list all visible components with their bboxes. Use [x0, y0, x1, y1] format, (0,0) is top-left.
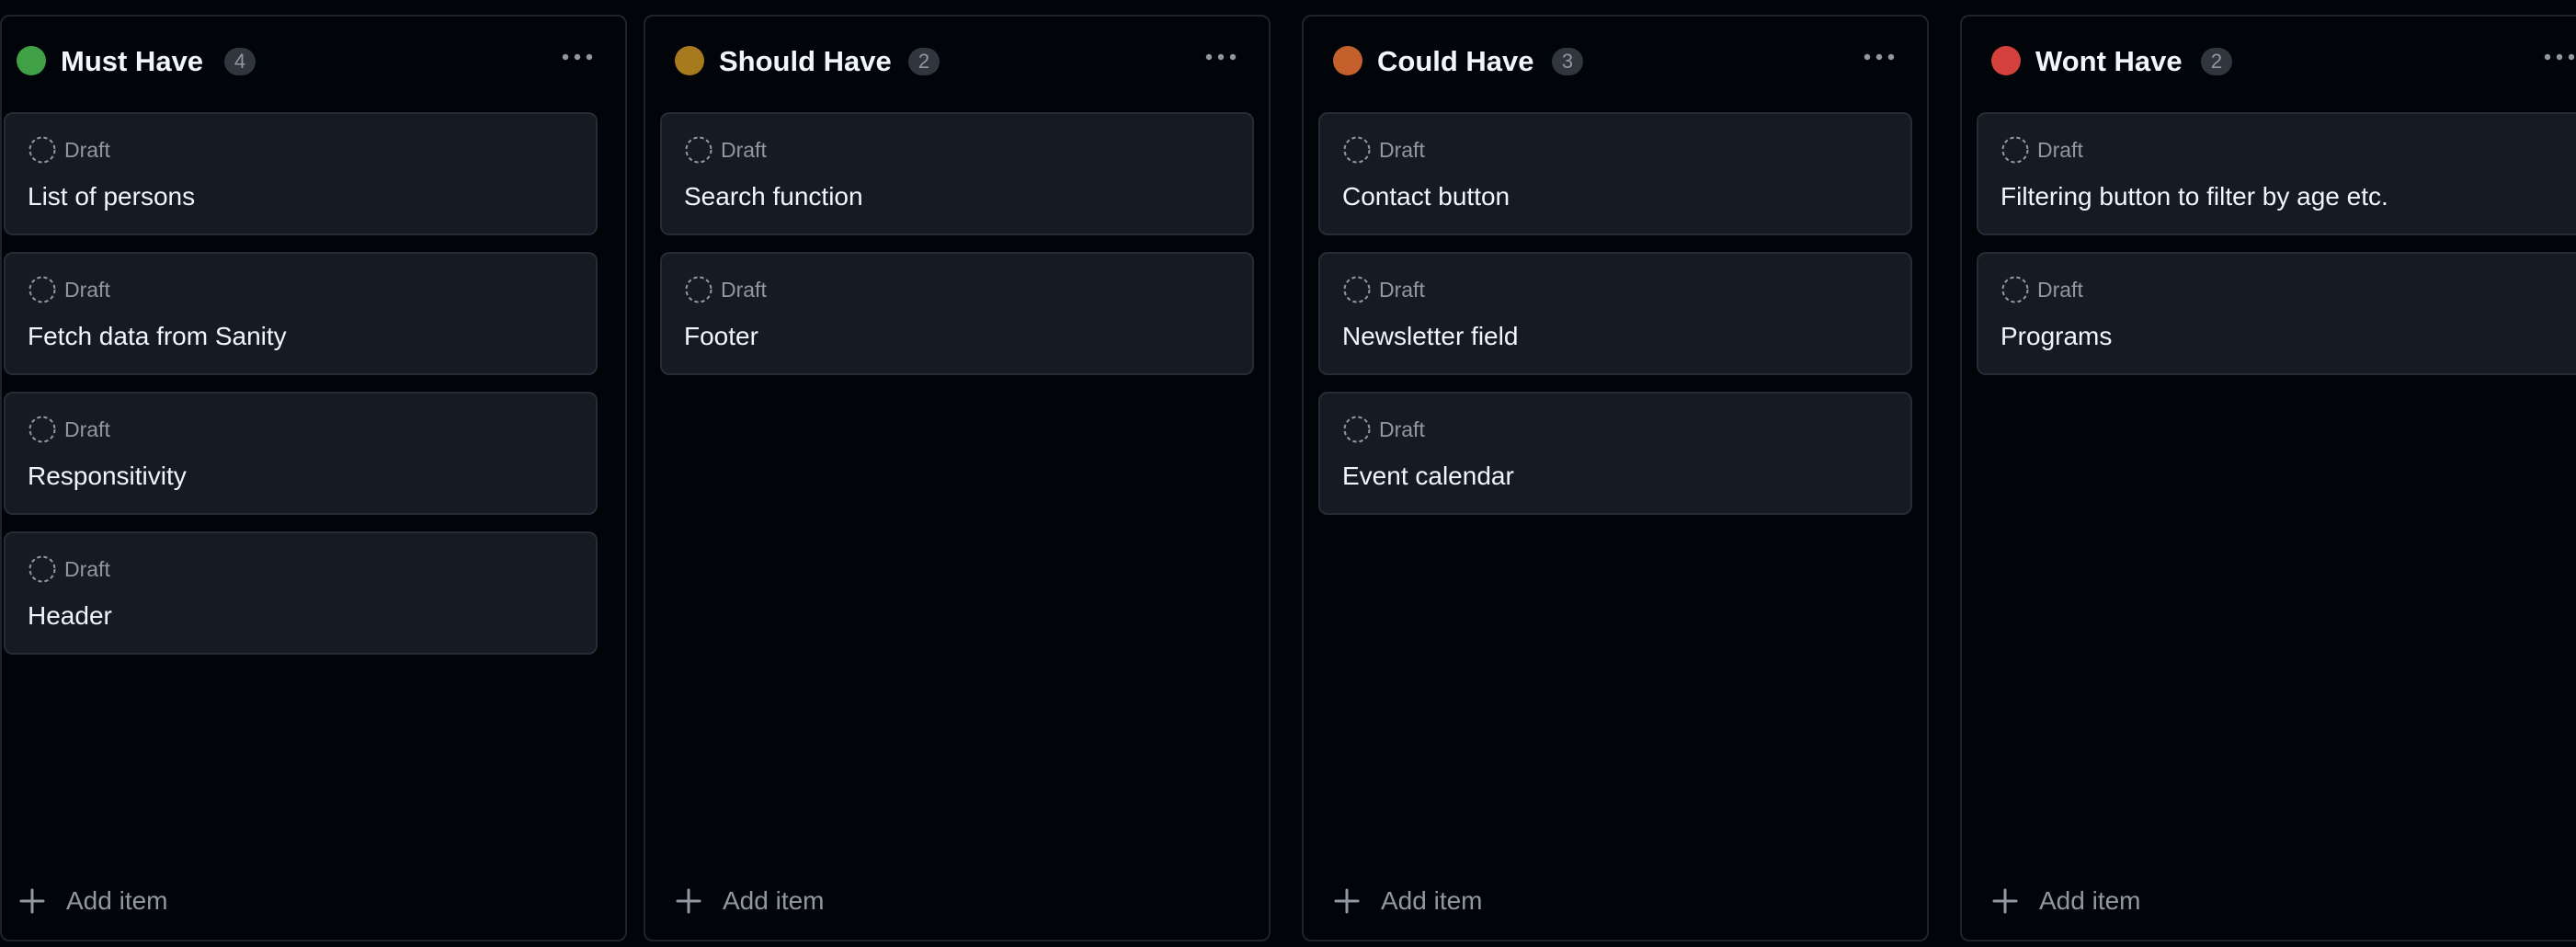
- card-title[interactable]: Programs: [2000, 320, 2112, 353]
- draft-status: Draft: [684, 274, 767, 305]
- item-card[interactable]: Draft Header: [4, 531, 598, 655]
- item-count-badge: 4: [224, 48, 256, 75]
- column-header: Wont Have 2: [1962, 17, 2576, 108]
- draft-label: Draft: [64, 278, 110, 302]
- draft-status: Draft: [1342, 414, 1425, 445]
- draft-circle-icon: [685, 276, 712, 303]
- status-dot-icon: [675, 46, 704, 75]
- card-title[interactable]: Contact button: [1342, 180, 1510, 213]
- card-title[interactable]: Responsitivity: [28, 460, 187, 493]
- card-title[interactable]: List of persons: [28, 180, 195, 213]
- column-must-have: Must Have 4 Draft List of persons Draft …: [0, 15, 627, 941]
- add-item-label: Add item: [723, 886, 825, 915]
- draft-label: Draft: [2037, 138, 2083, 162]
- column-title: Could Have: [1377, 45, 1534, 77]
- add-item-label: Add item: [1381, 886, 1483, 915]
- item-card[interactable]: Draft Contact button: [1318, 112, 1912, 235]
- item-card[interactable]: Draft Filtering button to filter by age …: [1977, 112, 2576, 235]
- draft-circle-icon: [28, 416, 56, 443]
- add-item-button[interactable]: Add item: [1333, 881, 1483, 921]
- column-wont-have: Wont Have 2 Draft Filtering button to fi…: [1960, 15, 2576, 941]
- draft-circle-icon: [28, 136, 56, 164]
- draft-label: Draft: [1379, 417, 1425, 441]
- draft-status: Draft: [28, 274, 110, 305]
- item-card[interactable]: Draft Event calendar: [1318, 392, 1912, 515]
- column-menu-button[interactable]: [1859, 40, 1899, 74]
- draft-circle-icon: [1343, 416, 1371, 443]
- item-card[interactable]: Draft Fetch data from Sanity: [4, 252, 598, 375]
- plus-icon: [19, 888, 45, 914]
- column-title: Should Have: [719, 45, 892, 77]
- kebab-menu-icon: [1205, 53, 1237, 61]
- draft-circle-icon: [2001, 276, 2029, 303]
- item-card[interactable]: Draft Search function: [660, 112, 1254, 235]
- draft-label: Draft: [721, 278, 767, 302]
- column-should-have: Should Have 2 Draft Search function Draf…: [644, 15, 1271, 941]
- plus-icon: [676, 888, 701, 914]
- item-count-badge: 2: [2201, 48, 2232, 75]
- add-item-label: Add item: [66, 886, 168, 915]
- add-item-button[interactable]: Add item: [675, 881, 825, 921]
- status-dot-icon: [1991, 46, 2021, 75]
- column-header: Should Have 2: [645, 17, 1269, 108]
- item-card[interactable]: Draft List of persons: [4, 112, 598, 235]
- item-card[interactable]: Draft Programs: [1977, 252, 2576, 375]
- card-title[interactable]: Event calendar: [1342, 460, 1514, 493]
- draft-status: Draft: [28, 414, 110, 445]
- kebab-menu-icon: [2544, 53, 2575, 61]
- column-title: Wont Have: [2035, 45, 2183, 77]
- draft-label: Draft: [1379, 278, 1425, 302]
- draft-circle-icon: [1343, 276, 1371, 303]
- draft-status: Draft: [28, 553, 110, 585]
- draft-status: Draft: [684, 134, 767, 165]
- draft-circle-icon: [2001, 136, 2029, 164]
- draft-label: Draft: [64, 138, 110, 162]
- card-title[interactable]: Search function: [684, 180, 863, 213]
- draft-status: Draft: [2000, 274, 2083, 305]
- item-card[interactable]: Draft Newsletter field: [1318, 252, 1912, 375]
- draft-circle-icon: [28, 555, 56, 583]
- card-title[interactable]: Fetch data from Sanity: [28, 320, 287, 353]
- status-dot-icon: [1333, 46, 1362, 75]
- draft-status: Draft: [1342, 274, 1425, 305]
- add-item-button[interactable]: Add item: [1991, 881, 2141, 921]
- draft-label: Draft: [1379, 138, 1425, 162]
- plus-icon: [1334, 888, 1360, 914]
- draft-circle-icon: [1343, 136, 1371, 164]
- card-title[interactable]: Header: [28, 599, 112, 633]
- draft-label: Draft: [64, 417, 110, 441]
- item-count-badge: 2: [908, 48, 940, 75]
- column-menu-button[interactable]: [1201, 40, 1241, 74]
- column-could-have: Could Have 3 Draft Contact button Draft …: [1302, 15, 1929, 941]
- draft-label: Draft: [2037, 278, 2083, 302]
- kebab-menu-icon: [1864, 53, 1895, 61]
- item-card[interactable]: Draft Footer: [660, 252, 1254, 375]
- column-title: Must Have: [61, 45, 204, 77]
- column-header: Must Have 4: [2, 17, 625, 108]
- column-menu-button[interactable]: [2539, 40, 2576, 74]
- project-board: Must Have 4 Draft List of persons Draft …: [0, 0, 2576, 947]
- draft-circle-icon: [685, 136, 712, 164]
- card-title[interactable]: Filtering button to filter by age etc.: [2000, 180, 2388, 213]
- column-menu-button[interactable]: [557, 40, 598, 74]
- item-card[interactable]: Draft Responsitivity: [4, 392, 598, 515]
- draft-label: Draft: [64, 557, 110, 581]
- draft-label: Draft: [721, 138, 767, 162]
- add-item-button[interactable]: Add item: [18, 881, 168, 921]
- plus-icon: [1992, 888, 2018, 914]
- column-header: Could Have 3: [1304, 17, 1927, 108]
- item-count-badge: 3: [1552, 48, 1583, 75]
- add-item-label: Add item: [2039, 886, 2141, 915]
- draft-status: Draft: [28, 134, 110, 165]
- status-dot-icon: [17, 46, 46, 75]
- kebab-menu-icon: [562, 53, 593, 61]
- card-title[interactable]: Footer: [684, 320, 758, 353]
- draft-circle-icon: [28, 276, 56, 303]
- draft-status: Draft: [2000, 134, 2083, 165]
- card-title[interactable]: Newsletter field: [1342, 320, 1518, 353]
- draft-status: Draft: [1342, 134, 1425, 165]
